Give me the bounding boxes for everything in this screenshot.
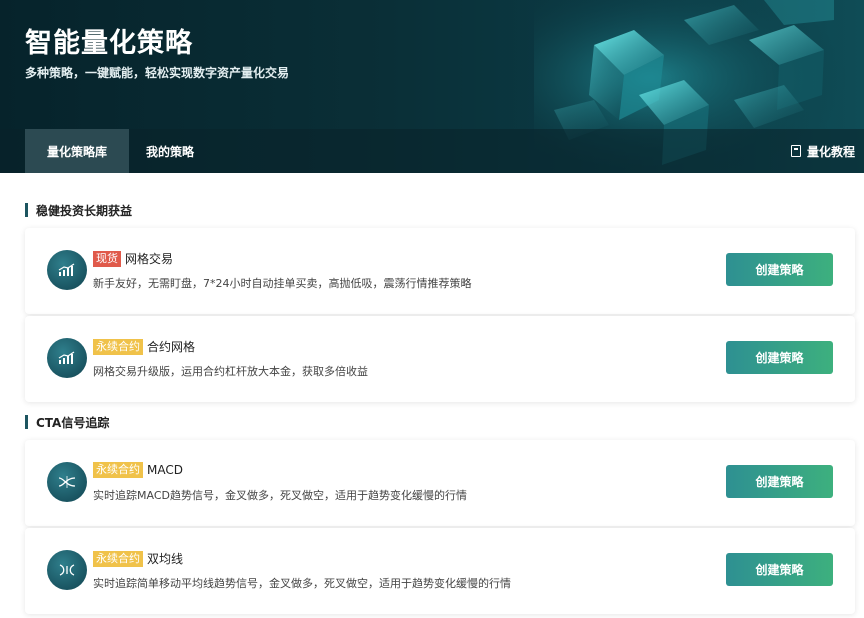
tab-strategy-library[interactable]: 量化策略库 (25, 129, 130, 173)
strategy-title-row: 永续合约 双均线 (93, 550, 183, 567)
create-strategy-button[interactable]: 创建策略 (726, 341, 833, 374)
create-strategy-button[interactable]: 创建策略 (726, 465, 833, 498)
tag-perpetual: 永续合约 (93, 338, 143, 355)
main-content: 稳健投资长期获益 现货 网格交易 新手友好，无需盯盘，7*24小时自动挂单买卖，… (25, 173, 855, 614)
strategy-name: 合约网格 (147, 340, 196, 354)
page-subtitle: 多种策略，一键赋能，轻松实现数字资产量化交易 (25, 66, 290, 80)
strategy-name: MACD (147, 463, 183, 477)
strategy-name: 双均线 (147, 552, 184, 566)
create-strategy-button[interactable]: 创建策略 (726, 253, 833, 286)
tab-my-strategies[interactable]: 我的策略 (129, 129, 211, 173)
strategy-description: 新手友好，无需盯盘，7*24小时自动挂单买卖，高抛低吸，震荡行情推荐策略 (93, 277, 472, 290)
book-icon (790, 145, 801, 157)
strategy-card-macd: 永续合约 MACD 实时追踪MACD趋势信号，金叉做多，死叉做空，适用于趋势变化… (25, 440, 855, 526)
section-accent-bar (25, 203, 28, 217)
tag-spot: 现货 (93, 250, 121, 267)
strategy-card-grid: 现货 网格交易 新手友好，无需盯盘，7*24小时自动挂单买卖，高抛低吸，震荡行情… (25, 228, 855, 314)
strategy-title-row: 现货 网格交易 (93, 250, 173, 267)
strategy-card-contract-grid: 永续合约 合约网格 网格交易升级版，运用合约杠杆放大本金，获取多倍收益 创建策略 (25, 316, 855, 402)
create-strategy-button[interactable]: 创建策略 (726, 553, 833, 586)
double-line-icon (47, 550, 87, 590)
section-title-steady: 稳健投资长期获益 (25, 200, 855, 220)
bar-chart-icon (47, 250, 87, 290)
tutorial-link[interactable]: 量化教程 (790, 129, 855, 173)
tag-perpetual: 永续合约 (93, 462, 143, 478)
strategy-description: 实时追踪MACD趋势信号，金叉做多，死叉做空，适用于趋势变化缓慢的行情 (93, 489, 467, 502)
strategy-description: 实时追踪简单移动平均线趋势信号，金叉做多，死叉做空，适用于趋势变化缓慢的行情 (93, 577, 511, 590)
tag-perpetual: 永续合约 (93, 550, 143, 567)
section-title-text: 稳健投资长期获益 (36, 203, 133, 218)
section-title-text: CTA信号追踪 (36, 415, 110, 430)
strategy-description: 网格交易升级版，运用合约杠杆放大本金，获取多倍收益 (93, 365, 368, 378)
bar-chart-icon (47, 338, 87, 378)
tutorial-label: 量化教程 (806, 144, 855, 159)
hero-banner: 智能量化策略 多种策略，一键赋能，轻松实现数字资产量化交易 量化策略库 我的策略… (0, 0, 864, 173)
page-title: 智能量化策略 (25, 28, 193, 59)
strategy-title-row: 永续合约 合约网格 (93, 338, 195, 355)
crossing-lines-icon (47, 462, 87, 502)
strategy-name: 网格交易 (125, 252, 174, 266)
strategy-card-dual-ma: 永续合约 双均线 实时追踪简单移动平均线趋势信号，金叉做多，死叉做空，适用于趋势… (25, 528, 855, 614)
section-title-cta: CTA信号追踪 (25, 412, 855, 432)
section-accent-bar (25, 415, 28, 429)
strategy-title-row: 永续合约 MACD (93, 462, 183, 478)
tab-bar: 量化策略库 我的策略 量化教程 (0, 129, 864, 173)
